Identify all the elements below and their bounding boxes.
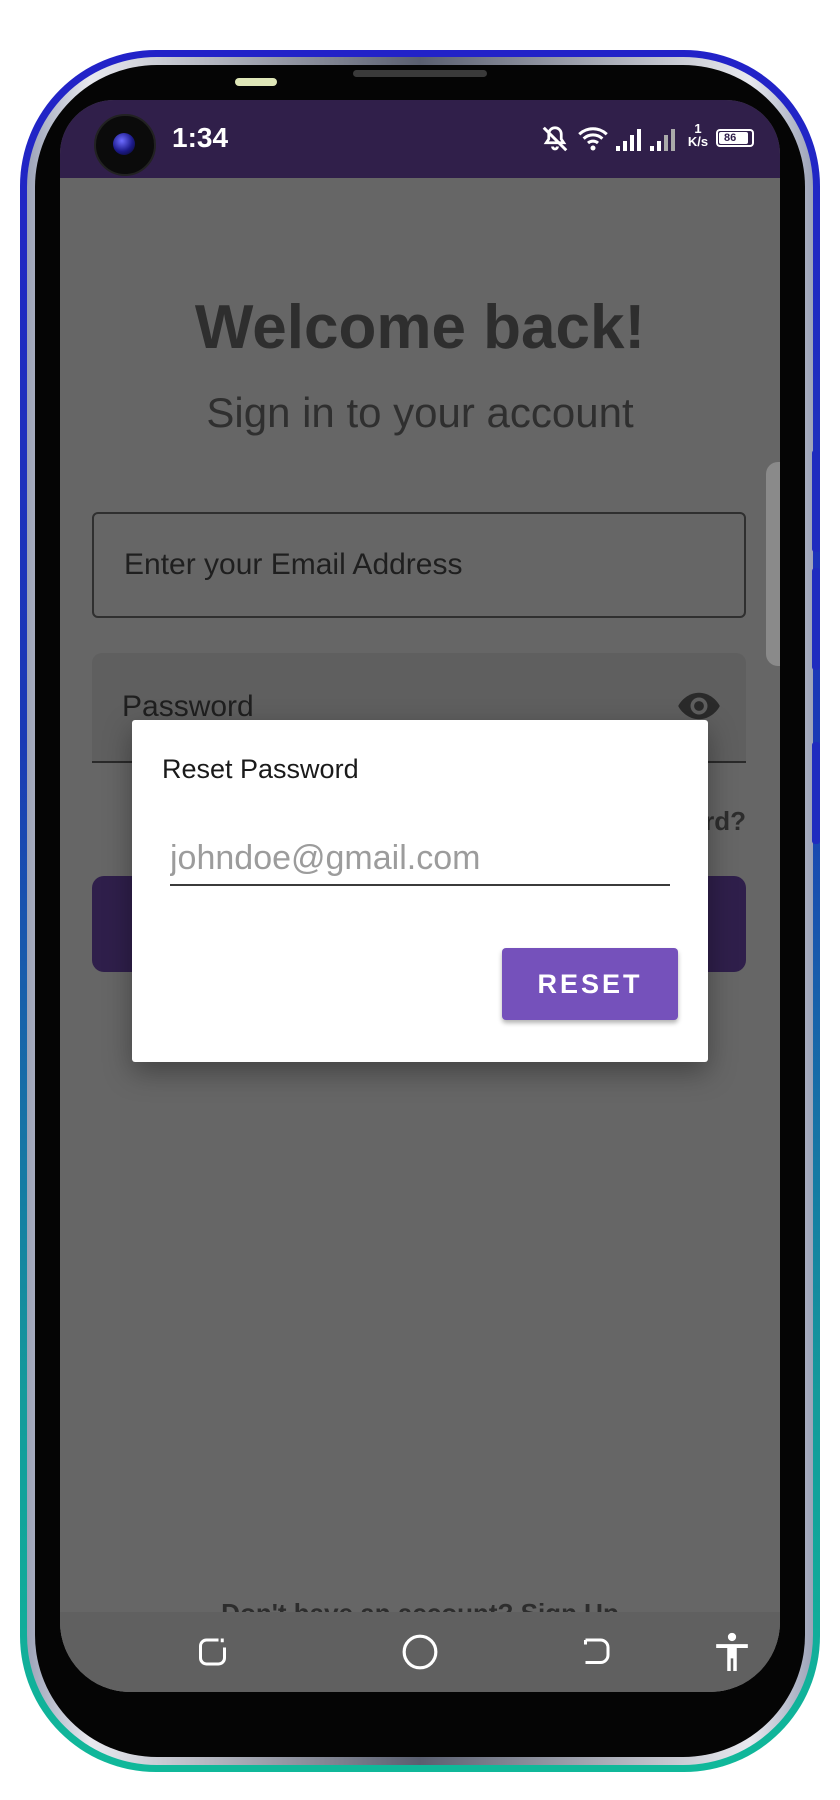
email-field[interactable]: Enter your Email Address [92, 512, 746, 618]
network-speed-unit: K/s [687, 134, 709, 149]
side-button [812, 742, 820, 844]
back-icon[interactable] [578, 1634, 614, 1670]
edge-panel-handle[interactable] [766, 462, 780, 666]
side-button [812, 568, 820, 670]
navigation-bar [60, 1612, 780, 1692]
battery-icon: 86 [716, 129, 754, 147]
wifi-icon [578, 127, 608, 151]
earpiece [353, 70, 487, 77]
accessibility-icon[interactable] [713, 1631, 751, 1673]
page-title: Welcome back! [194, 293, 646, 362]
status-time: 1:34 [172, 122, 229, 153]
reset-email-input[interactable] [170, 832, 670, 886]
dialog-title: Reset Password [162, 754, 359, 784]
signal-icon [650, 129, 675, 151]
password-label: Password [122, 690, 254, 723]
reset-password-dialog: Reset Password RESET [132, 720, 708, 1062]
home-icon[interactable] [401, 1633, 439, 1671]
sensor [235, 78, 277, 86]
forgot-password-link[interactable]: rd? [704, 806, 746, 837]
network-speed: 1 K/s [683, 122, 713, 148]
side-button [812, 450, 820, 552]
battery-level: 86 [724, 132, 737, 144]
recent-apps-icon[interactable] [196, 1634, 232, 1670]
reset-button[interactable]: RESET [502, 948, 678, 1020]
eye-icon[interactable] [676, 689, 722, 723]
signal-icon [616, 129, 641, 151]
status-bar: 1:34 1 K/s 86 [60, 100, 780, 178]
status-icons: 1 K/s 86 [540, 118, 760, 158]
bell-off-icon [542, 126, 568, 152]
camera-icon [94, 114, 156, 176]
email-placeholder: Enter your Email Address [124, 548, 463, 581]
page-subtitle: Sign in to your account [206, 389, 634, 436]
